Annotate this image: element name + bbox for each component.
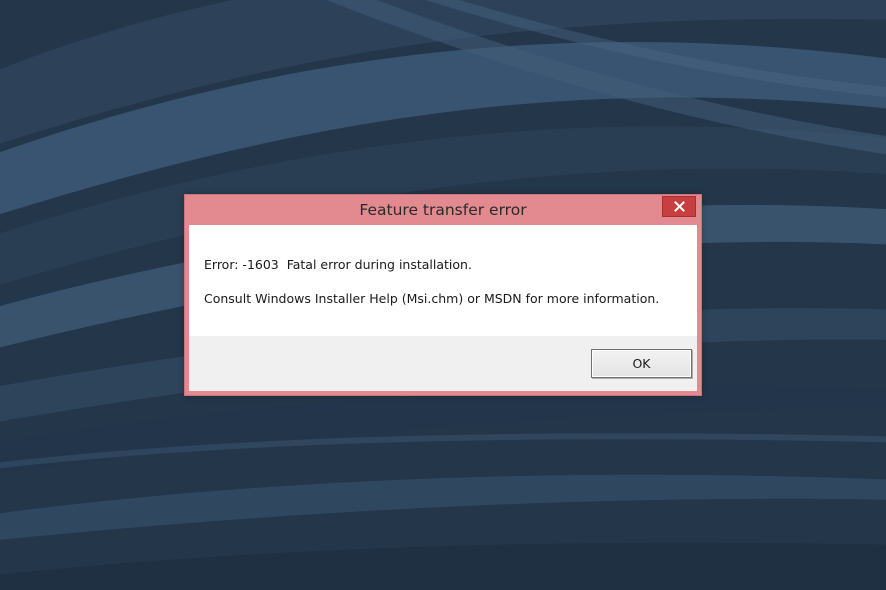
dialog-title: Feature transfer error [359, 201, 527, 219]
close-icon [673, 201, 685, 212]
help-message: Consult Windows Installer Help (Msi.chm)… [204, 291, 660, 306]
message-area: Error: -1603 Fatal error during installa… [189, 225, 697, 336]
dialog-titlebar[interactable]: Feature transfer error [185, 195, 701, 225]
error-dialog: Feature transfer error Error: -1603 Fata… [184, 194, 702, 396]
close-button[interactable] [662, 196, 696, 217]
button-bar: OK [189, 336, 697, 391]
error-message: Error: -1603 Fatal error during installa… [204, 257, 472, 272]
dialog-body: Error: -1603 Fatal error during installa… [189, 225, 697, 391]
ok-button[interactable]: OK [591, 349, 692, 378]
